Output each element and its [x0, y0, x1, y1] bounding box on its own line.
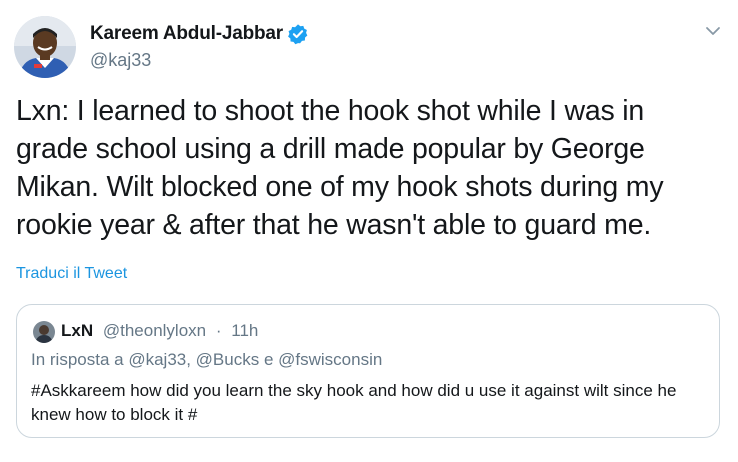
quoted-tweet-time: 11h — [231, 321, 259, 340]
translate-tweet-link[interactable]: Traduci il Tweet — [16, 265, 127, 283]
separator-dot: · — [215, 321, 222, 340]
author-avatar[interactable] — [14, 16, 76, 78]
reply-context: In risposta a @kaj33, @Bucks e @fswiscon… — [31, 350, 383, 369]
author-name[interactable]: Kareem Abdul-Jabbar — [90, 23, 283, 45]
quoted-tweet-text: #Askkareem how did you learn the sky hoo… — [31, 381, 677, 424]
verified-badge-icon — [287, 23, 309, 45]
quoted-author-avatar — [33, 321, 55, 343]
author-handle[interactable]: @kaj33 — [90, 50, 151, 71]
quoted-author-name: LxN — [61, 321, 94, 340]
quoted-tweet[interactable]: LxN @theonlyloxn · 11h In risposta a @ka… — [16, 304, 720, 438]
quoted-author-handle: @theonlyloxn — [102, 321, 207, 340]
avatar-image — [14, 16, 76, 78]
quoted-tweet-header: LxN @theonlyloxn · 11h — [61, 321, 258, 341]
tweet-card: Kareem Abdul-Jabbar @kaj33 Lxn: I learne… — [0, 0, 738, 462]
author-name-row: Kareem Abdul-Jabbar — [90, 22, 309, 46]
tweet-text: Lxn: I learned to shoot the hook shot wh… — [16, 95, 664, 241]
chevron-down-icon[interactable] — [704, 22, 722, 40]
